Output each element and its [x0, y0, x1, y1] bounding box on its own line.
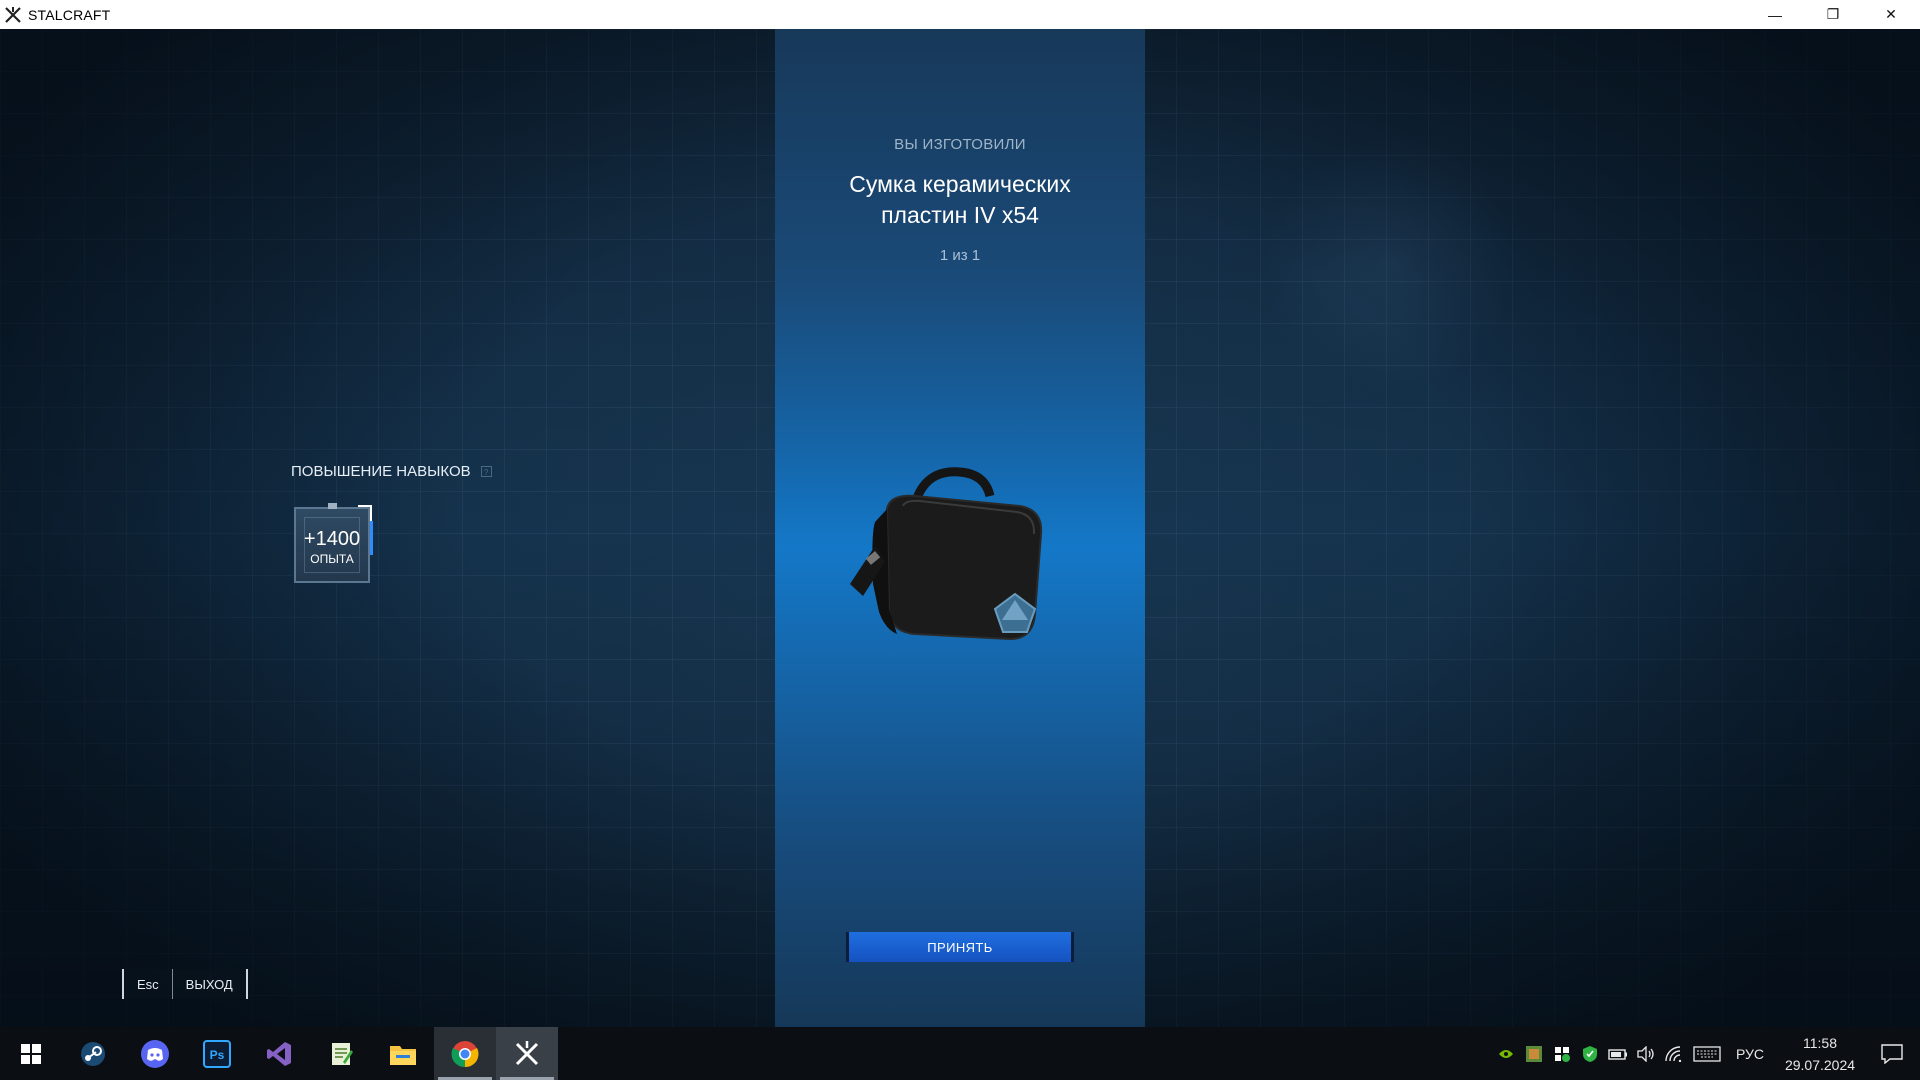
minimize-button[interactable]: — [1746, 0, 1804, 29]
file-explorer-icon[interactable] [372, 1027, 434, 1080]
clock-date: 29.07.2024 [1784, 1056, 1856, 1073]
notepad-icon[interactable] [310, 1027, 372, 1080]
crafted-item-image [850, 467, 1043, 641]
window-title: STALCRAFT [28, 6, 111, 23]
input-language[interactable]: РУС [1736, 1046, 1764, 1062]
window-controls: — ❐ ✕ [1746, 0, 1920, 29]
close-button[interactable]: ✕ [1862, 0, 1920, 29]
xp-amount: +1400 [303, 528, 361, 550]
crafted-item-name: Сумка керамических пластин IV x54 [775, 169, 1145, 231]
window-titlebar: STALCRAFT — ❐ ✕ [0, 0, 1920, 29]
steam-icon[interactable] [62, 1027, 124, 1080]
wifi-icon[interactable] [1664, 1044, 1684, 1064]
item-counter: 1 из 1 [939, 247, 981, 264]
system-clock[interactable]: 11:58 29.07.2024 [1776, 1032, 1864, 1076]
game-viewport: ВЫ ИЗГОТОВИЛИ Сумка керамических пластин… [0, 29, 1920, 1027]
restore-button[interactable]: ❐ [1804, 0, 1862, 29]
xp-card-accent [370, 521, 373, 555]
xp-card-corner [358, 505, 372, 521]
clock-time: 11:58 [1803, 1034, 1837, 1051]
chrome-icon[interactable] [434, 1027, 496, 1080]
stalcraft-logo-icon [5, 6, 21, 23]
xp-card-tick [328, 503, 337, 509]
xp-unit: ОПЫТА [310, 552, 354, 566]
system-tray: РУС 11:58 29.07.2024 [1492, 1027, 1920, 1080]
windows-taskbar: Ps РУС 11:58 29.07.2024 [0, 1027, 1920, 1080]
photoshop-icon[interactable]: Ps [186, 1027, 248, 1080]
help-icon[interactable]: ? [480, 466, 492, 477]
photoshop-text: Ps [210, 1048, 225, 1062]
notification-center-icon[interactable] [1864, 1027, 1920, 1080]
item-name-line1: Сумка керамических [849, 171, 1071, 197]
keyboard-icon[interactable] [1692, 1044, 1722, 1064]
item-name-line2: пластин IV x54 [881, 202, 1039, 228]
xp-reward-card[interactable]: +1400 ОПЫТА [294, 503, 373, 583]
esc-key-hint[interactable]: Esc [124, 969, 173, 999]
craft-heading: ВЫ ИЗГОТОВИЛИ [894, 136, 1026, 153]
accept-button[interactable]: ПРИНЯТЬ [846, 932, 1074, 962]
battery-icon[interactable] [1608, 1044, 1628, 1064]
volume-icon[interactable] [1636, 1044, 1656, 1064]
exit-button[interactable]: ВЫХОД [172, 969, 246, 999]
app-tray-icon[interactable] [1524, 1044, 1544, 1064]
windows-start-icon[interactable] [0, 1027, 62, 1080]
skills-title-text: ПОВЫШЕНИЕ НАВЫКОВ [291, 463, 471, 480]
visual-studio-icon[interactable] [248, 1027, 310, 1080]
defender-shield-icon[interactable] [1580, 1044, 1600, 1064]
stalcraft-icon[interactable] [496, 1027, 558, 1080]
skills-title: ПОВЫШЕНИЕ НАВЫКОВ ? [291, 463, 492, 480]
security-center-icon[interactable] [1552, 1044, 1572, 1064]
discord-icon[interactable] [124, 1027, 186, 1080]
nvidia-icon[interactable] [1496, 1044, 1516, 1064]
exit-control[interactable]: Esc ВЫХОД [122, 969, 248, 999]
